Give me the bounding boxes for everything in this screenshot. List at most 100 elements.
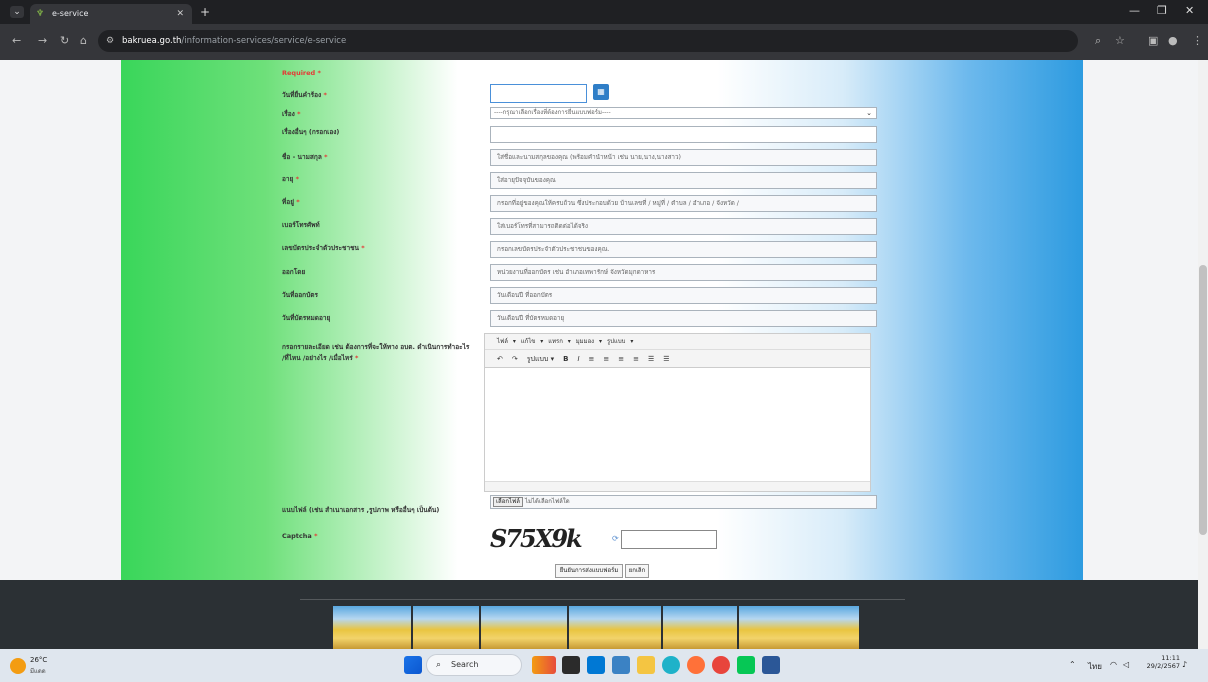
tab-bar: ⌄ ♆ e-service ✕ + — ❐ ✕ bbox=[0, 0, 1208, 24]
sidepanel-icon[interactable]: ▣ bbox=[1148, 34, 1158, 47]
gallery-photo-1[interactable] bbox=[333, 606, 411, 649]
choose-file-button[interactable]: เลือกไฟล์ bbox=[493, 497, 523, 507]
label-captcha: Captcha * bbox=[282, 532, 318, 540]
site-info-icon[interactable]: ⚙ bbox=[106, 30, 114, 52]
tab-title: e-service bbox=[52, 9, 89, 18]
tab-search-icon[interactable]: ⌄ bbox=[10, 6, 24, 18]
minimize-icon[interactable]: — bbox=[1129, 4, 1140, 17]
submit-button[interactable]: ยืนยันการส่งแบบฟอร์ม bbox=[555, 564, 623, 578]
label-other-subject: เรื่องอื่นๆ (กรอกเอง) bbox=[282, 128, 340, 136]
label-issue-date: วันที่ออกบัตร bbox=[282, 291, 318, 299]
details-rich-editor[interactable]: ไฟล์ ▾ แก้ไข ▾ แทรก ▾ มุมมอง ▾ รูปแบบ ▾ … bbox=[484, 333, 871, 492]
task-view-icon[interactable] bbox=[562, 656, 580, 674]
edge-icon[interactable] bbox=[587, 656, 605, 674]
align-right-icon[interactable]: ≡ bbox=[618, 355, 624, 363]
redo-icon[interactable]: ↷ bbox=[512, 355, 518, 363]
gallery-photo-6[interactable] bbox=[739, 606, 859, 649]
weather-condition: มีแดด bbox=[30, 668, 46, 675]
captcha-image: S75X9k bbox=[490, 524, 583, 553]
label-expiry-date: วันที่บัตรหมดอายุ bbox=[282, 314, 331, 322]
line-icon[interactable] bbox=[737, 656, 755, 674]
store-icon[interactable] bbox=[612, 656, 630, 674]
indent-icon[interactable]: ☰ bbox=[663, 355, 669, 363]
expiry-date-input[interactable]: วันเดือนปี ที่บัตรหมดอายุ bbox=[490, 310, 877, 327]
age-input[interactable]: ใส่อายุปัจจุบันของคุณ bbox=[490, 172, 877, 189]
zoom-icon[interactable]: ⌕ bbox=[1095, 34, 1101, 48]
new-tab-icon[interactable]: + bbox=[200, 4, 210, 20]
bookmark-star-icon[interactable]: ☆ bbox=[1115, 34, 1125, 47]
align-center-icon[interactable]: ≡ bbox=[603, 355, 609, 363]
edge-browser-icon[interactable] bbox=[662, 656, 680, 674]
forward-icon[interactable]: → bbox=[38, 34, 47, 47]
file-status-text: ไม่ได้เลือกไฟล์ใด bbox=[525, 498, 570, 505]
label-address: ที่อยู่ * bbox=[282, 198, 300, 206]
editor-statusbar bbox=[485, 481, 870, 491]
cancel-button[interactable]: ยกเลิก bbox=[625, 564, 649, 578]
bold-icon[interactable]: B bbox=[563, 355, 568, 363]
form-background: Required * วันที่ยื่นคำร้อง * ▦ เรื่อง *… bbox=[121, 60, 1083, 580]
calendar-icon[interactable]: ▦ bbox=[593, 84, 609, 100]
windows-start-icon[interactable] bbox=[404, 656, 422, 674]
weather-temperature: 26°C bbox=[30, 656, 48, 664]
taskbar-search[interactable]: ⌕ Search bbox=[426, 654, 522, 676]
id-card-input[interactable]: กรอกเลขบัตรประจำตัวประชาชนของคุณ. bbox=[490, 241, 877, 258]
issue-date-input[interactable]: วันเดือนปี ที่ออกบัตร bbox=[490, 287, 877, 304]
label-id-card: เลขบัตรประจำตัวประชาชน * bbox=[282, 244, 365, 252]
undo-icon[interactable]: ↶ bbox=[497, 355, 503, 363]
subject-select[interactable]: ----กรุณาเลือกเรื่องที่ต้องการยื่นแบบฟอร… bbox=[490, 107, 877, 119]
name-input[interactable]: ใส่ชื่อและนามสกุลของคุณ (พร้อมคำนำหน้า เ… bbox=[490, 149, 877, 166]
back-icon[interactable]: ← bbox=[12, 34, 21, 47]
align-justify-icon[interactable]: ≡ bbox=[633, 355, 639, 363]
captcha-refresh-icon[interactable]: ⟳ bbox=[612, 534, 619, 543]
reload-icon[interactable]: ↻ bbox=[60, 34, 69, 47]
gallery-photo-5[interactable] bbox=[663, 606, 737, 649]
volume-icon[interactable]: ◁ bbox=[1123, 660, 1129, 669]
url-path: /information-services/service/e-service bbox=[181, 36, 347, 46]
required-note: Required * bbox=[282, 69, 321, 77]
gallery-photo-4[interactable] bbox=[569, 606, 661, 649]
gallery-photo-2[interactable] bbox=[413, 606, 479, 649]
label-age: อายุ * bbox=[282, 175, 300, 183]
close-window-icon[interactable]: ✕ bbox=[1185, 4, 1194, 17]
footer-divider bbox=[300, 599, 905, 600]
label-attachment: แนบไฟล์ (เช่น สำเนาเอกสาร ,รูปภาพ หรืออื… bbox=[282, 506, 440, 514]
search-icon: ⌕ bbox=[436, 660, 442, 670]
home-icon[interactable]: ⌂ bbox=[80, 34, 87, 47]
widgets-icon[interactable] bbox=[532, 656, 556, 674]
tab-e-service[interactable]: ♆ e-service ✕ bbox=[30, 4, 192, 24]
browser-menu-icon[interactable]: ⋮ bbox=[1192, 34, 1203, 47]
other-subject-input[interactable] bbox=[490, 126, 877, 143]
tray-chevron-icon[interactable]: ⌃ bbox=[1069, 660, 1076, 669]
wifi-icon[interactable]: ◠ bbox=[1110, 660, 1117, 669]
file-upload[interactable]: เลือกไฟล์ ไม่ได้เลือกไฟล์ใด bbox=[490, 495, 877, 509]
italic-icon[interactable]: I bbox=[577, 355, 579, 363]
taskbar-clock[interactable]: 11:11 29/2/2567 bbox=[1140, 654, 1180, 670]
tab-close-icon[interactable]: ✕ bbox=[176, 4, 184, 24]
editor-toolbar[interactable]: ↶ ↷ รูปแบบ ▾ B I ≡ ≡ ≡ ≡ ☰ ☰ bbox=[485, 350, 870, 368]
label-issued-by: ออกโดย bbox=[282, 268, 306, 276]
input-language[interactable]: ไทย bbox=[1088, 660, 1102, 673]
chrome-icon[interactable] bbox=[712, 656, 730, 674]
chevron-down-icon: ⌄ bbox=[866, 109, 872, 117]
windows-taskbar: 26°C มีแดด ⌕ Search ⌃ ไทย ◠ ◁ 11:11 29/2/… bbox=[0, 649, 1208, 682]
url-field[interactable]: ⚙ bakruea.go.th/information-services/ser… bbox=[98, 30, 1078, 52]
issued-by-input[interactable]: หน่วยงานที่ออกบัตร เช่น อำเภอเทพารักษ์ จ… bbox=[490, 264, 877, 281]
profile-icon[interactable]: ● bbox=[1168, 34, 1178, 47]
captcha-input[interactable] bbox=[621, 530, 717, 549]
weather-sun-icon[interactable] bbox=[10, 658, 26, 674]
outdent-icon[interactable]: ☰ bbox=[648, 355, 654, 363]
scrollbar-thumb[interactable] bbox=[1199, 265, 1207, 535]
gallery-photo-3[interactable] bbox=[481, 606, 567, 649]
restore-icon[interactable]: ❐ bbox=[1157, 4, 1167, 17]
format-dropdown[interactable]: รูปแบบ ▾ bbox=[527, 355, 554, 363]
address-input[interactable]: กรอกที่อยู่ของคุณให้ครบถ้วน ซึ่งประกอบด้… bbox=[490, 195, 877, 212]
phone-input[interactable]: ใส่เบอร์โทรที่สามารถติดต่อได้จริง bbox=[490, 218, 877, 235]
align-left-icon[interactable]: ≡ bbox=[589, 355, 595, 363]
word-icon[interactable] bbox=[762, 656, 780, 674]
notification-bell-icon[interactable]: ♪ bbox=[1182, 660, 1187, 669]
clock-date: 29/2/2567 bbox=[1146, 662, 1180, 670]
file-explorer-icon[interactable] bbox=[637, 656, 655, 674]
editor-menubar[interactable]: ไฟล์ ▾ แก้ไข ▾ แทรก ▾ มุมมอง ▾ รูปแบบ ▾ bbox=[485, 334, 870, 350]
date-input[interactable] bbox=[490, 84, 587, 103]
firefox-icon[interactable] bbox=[687, 656, 705, 674]
